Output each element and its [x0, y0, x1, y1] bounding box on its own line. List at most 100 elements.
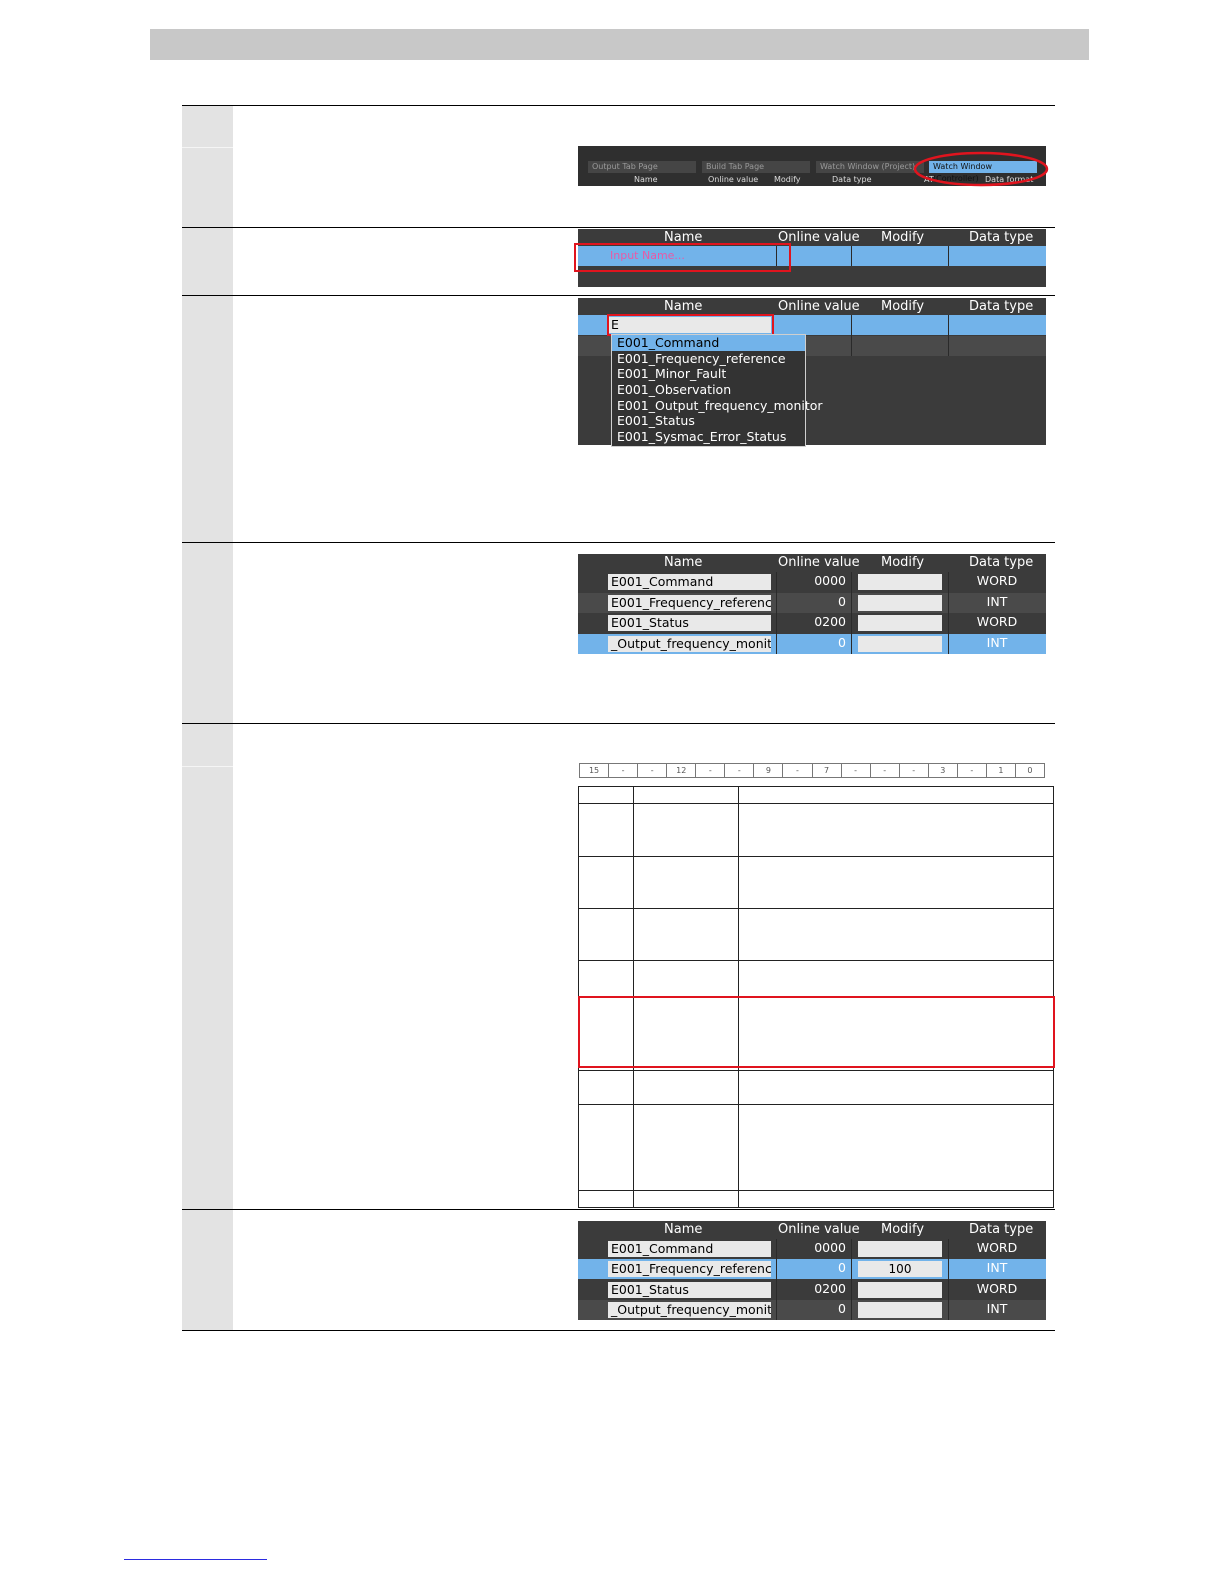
- step-cell: [182, 543, 233, 723]
- col-header-type: Data type: [969, 1222, 1034, 1237]
- table-row[interactable]: E001_Status 0200 WORD: [578, 1280, 1046, 1300]
- name-cell[interactable]: _Output_frequency_monitor: [608, 636, 771, 652]
- name-cell[interactable]: E001_Command: [608, 574, 771, 590]
- data-type: WORD: [976, 1240, 1018, 1255]
- data-type: WORD: [976, 573, 1018, 588]
- name-cell[interactable]: _Output_frequency_monitor: [608, 1302, 771, 1318]
- data-type: INT: [986, 594, 1008, 609]
- bit-label: -: [900, 764, 929, 777]
- col-header-modify: Modify: [881, 555, 925, 570]
- col-header: Modify: [774, 175, 801, 184]
- bit-label: 9: [754, 764, 784, 777]
- tab-watch-project[interactable]: Watch Window (Project): [816, 161, 924, 173]
- col-header: Name: [634, 175, 658, 184]
- col-header-online: Online value: [778, 555, 860, 570]
- watch-grid-filled: Name Online value Modify Data type E001_…: [578, 554, 1046, 654]
- step-cell: [182, 296, 233, 542]
- col-header-name: Name: [664, 1222, 703, 1237]
- modify-field[interactable]: [858, 574, 942, 590]
- list-item[interactable]: E001_Status: [612, 413, 805, 429]
- bit-label: 7: [813, 764, 842, 777]
- step-cell: [182, 228, 233, 295]
- online-value: 0: [838, 635, 846, 650]
- online-value: 0: [838, 1260, 846, 1275]
- table-rule: [182, 295, 1055, 296]
- col-header: Online value: [708, 175, 759, 184]
- data-type: INT: [986, 635, 1008, 650]
- data-type: INT: [986, 1301, 1008, 1316]
- modify-field[interactable]: [858, 636, 942, 652]
- autocomplete-list: E001_Command E001_Frequency_reference E0…: [611, 334, 823, 447]
- online-value: 0: [838, 1301, 846, 1316]
- page-header-bar: [150, 29, 1089, 60]
- step-cell: [182, 1210, 233, 1330]
- online-value: 0200: [814, 614, 846, 629]
- table-row[interactable]: E001_Frequency_reference 0 INT: [578, 593, 1046, 613]
- col-header-type: Data type: [969, 299, 1034, 314]
- list-item[interactable]: E001_Command: [612, 335, 805, 351]
- table-rule: [182, 227, 1055, 228]
- bit-label: -: [696, 764, 726, 777]
- name-cell[interactable]: E001_Frequency_reference: [608, 1261, 771, 1277]
- table-row[interactable]: _Output_frequency_monitor 0 INT: [578, 1300, 1046, 1320]
- table-row[interactable]: E001_Command 0000 WORD: [578, 572, 1046, 592]
- online-value: 0: [838, 594, 846, 609]
- table-rule: [182, 723, 1055, 724]
- list-item[interactable]: E001_Output_frequency_monitor: [612, 398, 823, 414]
- bit-label: -: [958, 764, 987, 777]
- modify-field[interactable]: [858, 595, 942, 611]
- online-value: 0000: [814, 1240, 846, 1255]
- data-type: WORD: [976, 614, 1018, 629]
- col-header-name: Name: [664, 555, 703, 570]
- table-row[interactable]: E001_Command 0000 WORD: [578, 1239, 1046, 1259]
- bit-label: 15: [580, 764, 610, 777]
- bit-label: -: [638, 764, 668, 777]
- watch-grid-modified: Name Online value Modify Data type E001_…: [578, 1221, 1046, 1320]
- tab-output[interactable]: Output Tab Page: [588, 161, 696, 173]
- col-header-modify: Modify: [881, 299, 925, 314]
- footer-link-underline[interactable]: [124, 1559, 267, 1560]
- name-cell[interactable]: E001_Command: [608, 1241, 771, 1257]
- online-value: 0200: [814, 1281, 846, 1296]
- table-row[interactable]: E001_Frequency_reference 0 100 INT: [578, 1259, 1046, 1279]
- list-item[interactable]: E001_Minor_Fault: [612, 366, 805, 382]
- data-type: WORD: [976, 1281, 1018, 1296]
- bit-label: -: [725, 764, 755, 777]
- online-value: 0000: [814, 573, 846, 588]
- highlight-box: [574, 243, 791, 272]
- table-rule: [182, 542, 1055, 543]
- bit-label: -: [842, 764, 871, 777]
- bit-label: -: [783, 764, 813, 777]
- col-header-online: Online value: [778, 299, 860, 314]
- step-cell: [182, 106, 233, 227]
- col-header-modify: Modify: [881, 230, 925, 245]
- col-header-name: Name: [664, 299, 703, 314]
- step-cell: [182, 724, 233, 1209]
- highlight-ellipse: [913, 151, 1049, 187]
- highlight-box: [607, 314, 774, 336]
- col-header-online: Online value: [778, 1222, 860, 1237]
- modify-field[interactable]: [858, 615, 942, 631]
- name-cell[interactable]: E001_Frequency_reference: [608, 595, 771, 611]
- col-header-type: Data type: [969, 230, 1034, 245]
- modify-field[interactable]: [858, 1282, 942, 1298]
- list-item[interactable]: E001_Frequency_reference: [612, 351, 805, 367]
- tab-build[interactable]: Build Tab Page: [702, 161, 810, 173]
- table-rule: [182, 1330, 1055, 1331]
- modify-field[interactable]: [858, 1302, 942, 1318]
- highlight-box: [578, 996, 1055, 1068]
- name-cell[interactable]: E001_Status: [608, 615, 771, 631]
- table-row[interactable]: _Output_frequency_monitor 0 INT: [578, 634, 1046, 654]
- table-rule: [182, 105, 1055, 106]
- modify-field[interactable]: 100: [858, 1261, 942, 1277]
- list-item[interactable]: E001_Observation: [612, 382, 805, 398]
- bit-label: -: [609, 764, 639, 777]
- bit-label: -: [871, 764, 900, 777]
- col-header-modify: Modify: [881, 1222, 925, 1237]
- list-item[interactable]: E001_Sysmac_Error_Status: [612, 429, 805, 445]
- name-cell[interactable]: E001_Status: [608, 1282, 771, 1298]
- bit-label: 12: [667, 764, 697, 777]
- col-header-type: Data type: [969, 555, 1034, 570]
- modify-field[interactable]: [858, 1241, 942, 1257]
- table-row[interactable]: E001_Status 0200 WORD: [578, 613, 1046, 633]
